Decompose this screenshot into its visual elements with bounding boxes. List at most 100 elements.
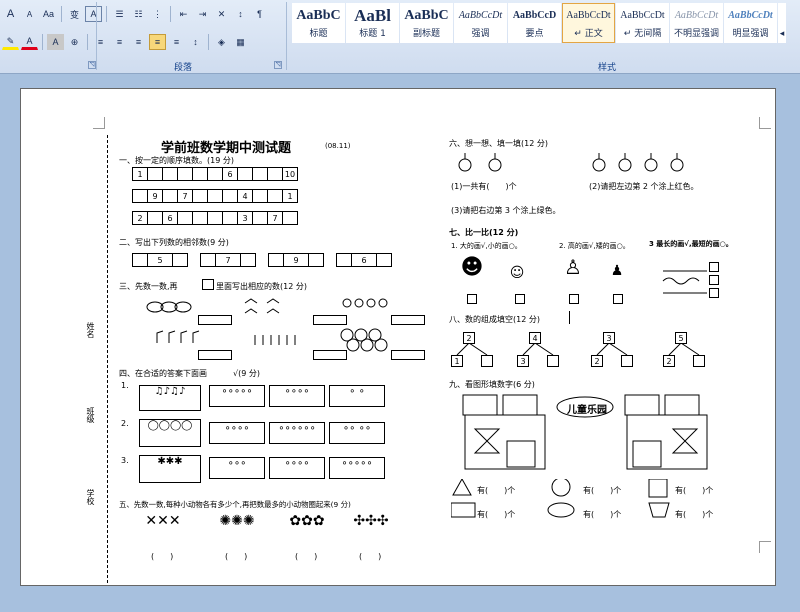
bullets-button[interactable]: ☰: [111, 6, 128, 22]
styles-gallery: AaBbC 标题 AaBl 标题 1 AaBbC 副标题 AaBbCcDt 强调 AaB…: [292, 3, 786, 43]
section-6-q3: (3)请把右边第 3 个涂上绿色。: [451, 206, 561, 215]
answer-box[interactable]: [569, 294, 579, 304]
borders-button[interactable]: ▦: [232, 34, 249, 50]
answer-box[interactable]: [613, 294, 623, 304]
font-dialog-launcher[interactable]: ◹: [88, 61, 96, 69]
style-name: ↵ 正文: [574, 29, 603, 39]
style-name: 标题: [309, 29, 328, 39]
title-note: (08.11): [325, 142, 351, 150]
style-title[interactable]: AaBbC 标题: [292, 3, 345, 43]
highlight-color-button[interactable]: ✎: [2, 34, 19, 50]
section-2-heading: 二、写出下列数的相邻数(9 分): [119, 238, 229, 247]
butterflies-icon: ✣✣✣: [353, 513, 389, 529]
dot-card[interactable]: ∘∘∘∘∘: [329, 457, 385, 479]
enclose-characters-button[interactable]: ⊕: [66, 34, 83, 50]
style-emphasis[interactable]: AaBbCcDt 强调: [454, 3, 507, 43]
style-preview: [779, 4, 785, 28]
number-row-2: 97 4 1: [132, 189, 298, 203]
dot-card[interactable]: ∘∘∘∘: [269, 385, 325, 407]
answer-box[interactable]: [709, 275, 719, 285]
dot-card[interactable]: ∘∘∘∘∘∘: [269, 422, 325, 444]
style-normal[interactable]: AaBbCcDt ↵ 正文: [562, 3, 615, 43]
distributed-button[interactable]: ≡: [168, 34, 185, 50]
sort-button[interactable]: ↕: [232, 6, 249, 22]
cell: 9: [147, 189, 163, 203]
show-marks-button[interactable]: ¶: [251, 6, 268, 22]
style-subtle-emphasis[interactable]: AaBbCcDt 不明显强调: [670, 3, 723, 43]
cell: 4: [237, 189, 253, 203]
increase-indent-button[interactable]: ⇥: [194, 6, 211, 22]
font-color-button[interactable]: A: [21, 34, 38, 50]
paragraph-dialog-launcher[interactable]: ◹: [274, 61, 282, 69]
style-strong[interactable]: AaBbCcD 要点: [508, 3, 561, 43]
align-right-button[interactable]: ≡: [130, 34, 147, 50]
dot-card[interactable]: ∘∘∘: [209, 457, 265, 479]
change-case-button[interactable]: Aa: [40, 6, 57, 22]
bond-right[interactable]: [693, 355, 705, 367]
answer-box[interactable]: [313, 350, 347, 360]
cell: [252, 167, 268, 181]
style-heading-1[interactable]: AaBl 标题 1: [346, 3, 399, 43]
short-child-icon: ♟: [610, 263, 624, 279]
dots-icon: ∘∘∘∘: [224, 423, 250, 434]
answer-parens: ( ): [151, 552, 174, 561]
bond-right[interactable]: [547, 355, 559, 367]
document-page[interactable]: 姓名 班级 学校 学前班数学期中测试题 (08.11) 一、按一定的顺序填数。(…: [20, 88, 776, 586]
style-intense-emphasis[interactable]: AaBbCcDt 明显强调: [724, 3, 777, 43]
shrink-font-button[interactable]: A: [21, 6, 38, 22]
cell: [132, 253, 148, 267]
answer-box-sample: [202, 279, 214, 290]
crop-mark: [759, 117, 771, 129]
character-border-button[interactable]: A: [85, 6, 102, 22]
item-number: 2.: [121, 419, 129, 428]
answer-box[interactable]: [467, 294, 477, 304]
dot-card[interactable]: ∘∘ ∘∘: [329, 422, 385, 444]
answer-box[interactable]: [709, 288, 719, 298]
bond-right[interactable]: [621, 355, 633, 367]
multilevel-list-button[interactable]: ⋮: [149, 6, 166, 22]
style-preview: AaBbCcD: [512, 10, 557, 21]
numbering-button[interactable]: ☷: [130, 6, 147, 22]
align-left-button[interactable]: ≡: [92, 34, 109, 50]
picture-box: ✱✱✱: [139, 455, 201, 483]
frogs-icon: ✿✿✿: [289, 513, 325, 529]
answer-box[interactable]: [313, 315, 347, 325]
style-name: ↵ 无间隔: [623, 29, 662, 39]
cell: 6: [222, 167, 238, 181]
shape-count: 有( )个: [477, 510, 516, 519]
decrease-indent-button[interactable]: ⇤: [175, 6, 192, 22]
section-6-heading: 六、想一想、填一填(12 分): [449, 139, 548, 148]
bond-left: 2: [663, 355, 675, 367]
dot-card[interactable]: ∘∘∘∘∘: [209, 385, 265, 407]
cell: 5: [147, 253, 173, 267]
style-no-spacing[interactable]: AaBbCcDt ↵ 无间隔: [616, 3, 669, 43]
style-subtitle[interactable]: AaBbC 副标题: [400, 3, 453, 43]
character-shading-button[interactable]: A: [47, 34, 64, 50]
style-preview: AaBl: [354, 6, 391, 25]
answer-box[interactable]: [391, 315, 425, 325]
chinese-layout-button[interactable]: ✕: [213, 6, 230, 22]
justify-button[interactable]: ≡: [149, 34, 166, 50]
bond-right[interactable]: [481, 355, 493, 367]
phonetic-guide-button[interactable]: 变: [66, 6, 83, 22]
shading-button[interactable]: ◈: [213, 34, 230, 50]
neighbor-group-1: 5: [132, 253, 188, 267]
cell: [336, 253, 352, 267]
answer-box[interactable]: [515, 294, 525, 304]
shape-count: 有( )个: [583, 510, 622, 519]
answer-box[interactable]: [391, 350, 425, 360]
grow-font-button[interactable]: A: [2, 6, 19, 22]
dot-card[interactable]: ∘∘∘∘: [269, 457, 325, 479]
answer-box[interactable]: [198, 315, 232, 325]
cell: [376, 253, 392, 267]
answer-box[interactable]: [198, 350, 232, 360]
answer-box[interactable]: [709, 262, 719, 272]
style-gallery-scroll[interactable]: ◂: [778, 3, 786, 43]
section-4-heading: 四、在合适的答案下面画: [119, 369, 207, 378]
line-spacing-button[interactable]: ↕: [187, 34, 204, 50]
shape-count: 有( )个: [675, 486, 714, 495]
dot-card[interactable]: ∘ ∘: [329, 385, 385, 407]
dot-card[interactable]: ∘∘∘∘: [209, 422, 265, 444]
center-button[interactable]: ≡: [111, 34, 128, 50]
styles-group-label: 样式: [598, 63, 617, 73]
